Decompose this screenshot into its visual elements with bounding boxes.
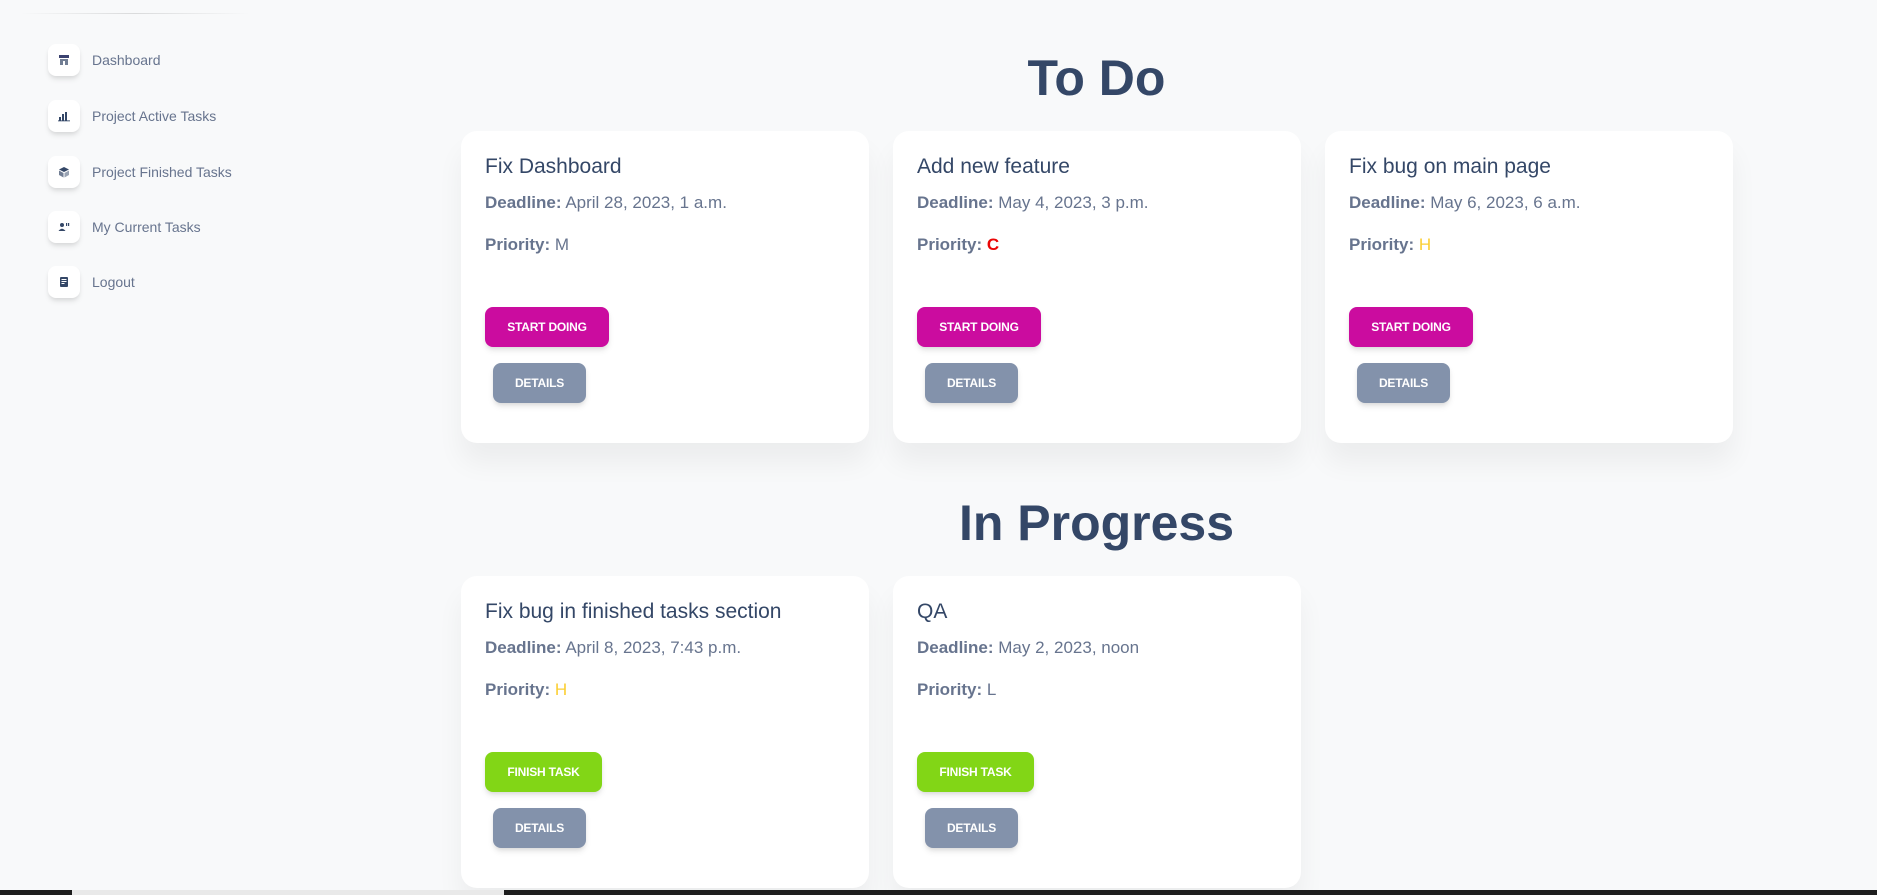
deadline-value: May 2, 2023, noon	[998, 638, 1140, 657]
user-tasks-icon	[48, 211, 80, 243]
finish-task-button[interactable]: FINISH TASK	[917, 752, 1034, 792]
details-button[interactable]: DETAILS	[493, 363, 586, 403]
box-3d-icon	[48, 156, 80, 188]
task-title: Fix bug in finished tasks section	[485, 600, 782, 623]
deadline-label: Deadline:	[1349, 193, 1426, 212]
task-priority: Priority: C	[917, 235, 999, 255]
sidebar-item-my-current-tasks[interactable]: My Current Tasks	[48, 211, 201, 243]
task-card: QA Deadline: May 2, 2023, noon Priority:…	[893, 576, 1301, 888]
sidebar: Dashboard Project Active Tasks Project F…	[0, 0, 270, 895]
task-card: Fix bug on main page Deadline: May 6, 20…	[1325, 131, 1733, 443]
chart-bar-icon	[48, 100, 80, 132]
task-deadline: Deadline: May 6, 2023, 6 a.m.	[1349, 193, 1581, 213]
deadline-label: Deadline:	[485, 193, 562, 212]
shop-icon	[48, 44, 80, 76]
sidebar-item-label: Project Active Tasks	[92, 108, 217, 124]
task-card: Fix Dashboard Deadline: April 28, 2023, …	[461, 131, 869, 443]
deadline-label: Deadline:	[485, 638, 562, 657]
task-deadline: Deadline: April 8, 2023, 7:43 p.m.	[485, 638, 741, 658]
deadline-label: Deadline:	[917, 193, 994, 212]
task-title: Fix bug on main page	[1349, 155, 1551, 178]
deadline-value: April 8, 2023, 7:43 p.m.	[565, 638, 742, 657]
sidebar-item-label: Logout	[92, 274, 135, 290]
taskbar-strip	[0, 890, 1877, 895]
details-button[interactable]: DETAILS	[925, 363, 1018, 403]
finish-task-button[interactable]: FINISH TASK	[485, 752, 602, 792]
sidebar-item-dashboard[interactable]: Dashboard	[48, 44, 161, 76]
priority-value: H	[554, 680, 568, 699]
task-card: Add new feature Deadline: May 4, 2023, 3…	[893, 131, 1301, 443]
sidebar-item-logout[interactable]: Logout	[48, 266, 135, 298]
document-icon	[48, 266, 80, 298]
priority-label: Priority:	[1349, 235, 1415, 254]
details-button[interactable]: DETAILS	[493, 808, 586, 848]
deadline-value: May 4, 2023, 3 p.m.	[998, 193, 1149, 212]
sidebar-item-label: Project Finished Tasks	[92, 164, 232, 180]
sidebar-item-project-finished-tasks[interactable]: Project Finished Tasks	[48, 156, 232, 188]
task-title: Add new feature	[917, 155, 1070, 178]
sidebar-item-project-active-tasks[interactable]: Project Active Tasks	[48, 100, 216, 132]
task-deadline: Deadline: April 28, 2023, 1 a.m.	[485, 193, 727, 213]
priority-value: L	[986, 680, 997, 699]
start-doing-button[interactable]: START DOING	[485, 307, 609, 347]
priority-label: Priority:	[917, 680, 983, 699]
taskbar-window-segment	[72, 890, 504, 895]
section-title-in-progress: In Progress	[958, 495, 1235, 551]
task-deadline: Deadline: May 4, 2023, 3 p.m.	[917, 193, 1149, 213]
priority-value: M	[554, 235, 570, 254]
priority-value: C	[986, 235, 1000, 254]
sidebar-item-label: My Current Tasks	[92, 219, 201, 235]
task-title: QA	[917, 600, 948, 623]
details-button[interactable]: DETAILS	[1357, 363, 1450, 403]
priority-label: Priority:	[485, 680, 551, 699]
task-priority: Priority: M	[485, 235, 569, 255]
task-priority: Priority: H	[485, 680, 567, 700]
task-priority: Priority: L	[917, 680, 996, 700]
deadline-label: Deadline:	[917, 638, 994, 657]
start-doing-button[interactable]: START DOING	[917, 307, 1041, 347]
details-button[interactable]: DETAILS	[925, 808, 1018, 848]
priority-label: Priority:	[485, 235, 551, 254]
task-title: Fix Dashboard	[485, 155, 622, 178]
sidebar-divider	[20, 13, 250, 14]
task-card: Fix bug in finished tasks section Deadli…	[461, 576, 869, 888]
start-doing-button[interactable]: START DOING	[1349, 307, 1473, 347]
sidebar-item-label: Dashboard	[92, 52, 161, 68]
priority-value: H	[1418, 235, 1432, 254]
task-deadline: Deadline: May 2, 2023, noon	[917, 638, 1139, 658]
section-title-todo: To Do	[1027, 50, 1166, 106]
deadline-value: May 6, 2023, 6 a.m.	[1430, 193, 1581, 212]
deadline-value: April 28, 2023, 1 a.m.	[565, 193, 727, 212]
priority-label: Priority:	[917, 235, 983, 254]
task-priority: Priority: H	[1349, 235, 1431, 255]
